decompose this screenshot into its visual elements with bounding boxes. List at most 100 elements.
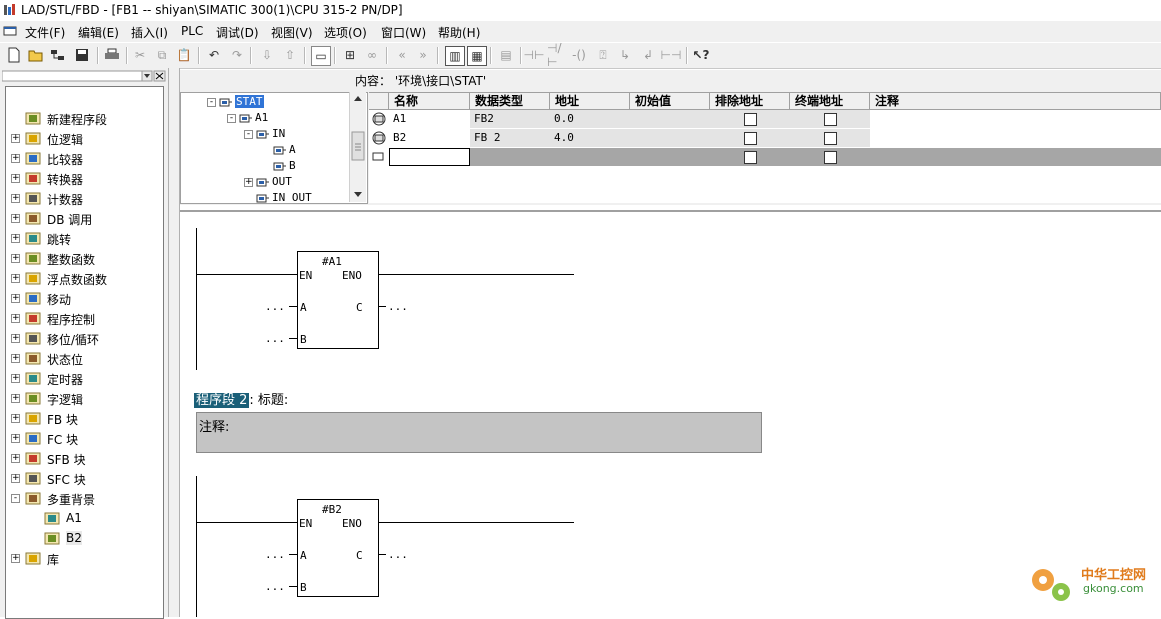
comment-icon[interactable]: ▭ (311, 46, 331, 66)
tree-item[interactable]: + 移动 (6, 289, 163, 308)
expand-icon[interactable]: + (11, 434, 20, 443)
expand-icon[interactable]: + (11, 354, 20, 363)
expand-icon[interactable]: + (11, 414, 20, 423)
document-window-icon[interactable] (3, 25, 17, 37)
open-icon[interactable] (27, 46, 45, 64)
interface-tree-scrollbar[interactable] (349, 92, 366, 202)
expand-icon[interactable]: + (11, 174, 20, 183)
next-icon[interactable]: » (414, 46, 432, 64)
print-icon[interactable] (103, 46, 121, 64)
upload-icon[interactable]: ⇧ (281, 46, 299, 64)
undo-icon[interactable]: ↶ (205, 46, 223, 64)
network-number[interactable]: 程序段 2 (194, 393, 250, 408)
interface-tree-item[interactable]: + OUT (181, 174, 349, 190)
table-cell-initial[interactable] (630, 110, 710, 128)
tree-item[interactable]: + 转换器 (6, 169, 163, 188)
monitor-icon[interactable]: ⊞ (341, 46, 359, 64)
input-b-placeholder[interactable]: ... (265, 332, 285, 345)
output-c-placeholder[interactable]: ... (388, 548, 408, 561)
menu-insert[interactable]: 插入(I) (131, 24, 168, 41)
terminal-checkbox[interactable] (824, 132, 837, 145)
copy-icon[interactable]: ⧉ (153, 46, 171, 64)
terminal-checkbox[interactable] (824, 151, 837, 164)
paste-icon[interactable]: 📋 (175, 46, 193, 64)
expand-icon[interactable]: + (11, 394, 20, 403)
help-icon[interactable]: ↖? (692, 46, 710, 64)
new-icon[interactable] (5, 46, 23, 64)
table-cell-name[interactable]: A1 (389, 110, 470, 128)
expand-icon[interactable]: + (11, 134, 20, 143)
column-header[interactable]: 注释 (870, 93, 1161, 110)
interface-tree-item[interactable]: A (181, 142, 349, 158)
tree-item[interactable]: + 定时器 (6, 369, 163, 388)
exclude-checkbox[interactable] (744, 113, 757, 126)
table-cell-comment[interactable] (870, 110, 1161, 128)
expand-icon[interactable]: + (11, 194, 20, 203)
download-icon[interactable]: ⇩ (258, 46, 276, 64)
exclude-checkbox[interactable] (744, 132, 757, 145)
tree-item[interactable]: + 移位/循环 (6, 329, 163, 348)
tree-item[interactable]: + SFC 块 (6, 469, 163, 488)
branch-close-icon[interactable]: ↲ (639, 46, 657, 64)
tree-item[interactable]: + 程序控制 (6, 309, 163, 328)
expand-icon[interactable]: + (11, 474, 20, 483)
table-row[interactable] (369, 148, 1161, 166)
expand-icon[interactable]: + (11, 214, 20, 223)
table-cell-comment[interactable] (870, 129, 1161, 147)
branch-open-icon[interactable]: ↳ (616, 46, 634, 64)
tree-item[interactable]: B2 (6, 529, 163, 548)
box-icon[interactable]: ⍰ (594, 46, 612, 64)
expand-icon[interactable]: + (11, 274, 20, 283)
expand-icon[interactable]: + (11, 314, 20, 323)
column-header[interactable]: 数据类型 (470, 93, 550, 110)
expand-icon[interactable]: + (244, 178, 253, 187)
interface-tree-item[interactable]: IN_OUT (181, 190, 349, 203)
input-b-placeholder[interactable]: ... (265, 580, 285, 593)
input-a-placeholder[interactable]: ... (265, 548, 285, 561)
interface-tree-item[interactable]: - IN (181, 126, 349, 142)
tree-item[interactable]: + 位逻辑 (6, 129, 163, 148)
interface-tree-item[interactable]: - STAT (181, 94, 349, 110)
cut-icon[interactable]: ✂ (131, 46, 149, 64)
table-cell-address[interactable]: 4.0 (550, 129, 630, 147)
accessible-nodes-icon[interactable] (49, 46, 67, 64)
table-row[interactable]: A1 FB2 0.0 (369, 110, 1161, 128)
tree-item[interactable]: + 计数器 (6, 189, 163, 208)
table-cell-initial[interactable] (630, 148, 710, 166)
network-comment[interactable]: 注释: (196, 412, 762, 453)
prev-icon[interactable]: « (393, 46, 411, 64)
table-cell-initial[interactable] (630, 129, 710, 147)
table-cell-comment[interactable] (870, 148, 1161, 166)
tree-item[interactable]: + FC 块 (6, 429, 163, 448)
tree-item[interactable]: + 整数函数 (6, 249, 163, 268)
tree-item[interactable]: A1 (6, 509, 163, 528)
interface-tree[interactable]: - STAT - A1- IN A B + OUT IN_OUT (180, 92, 368, 204)
menu-options[interactable]: 选项(O) (324, 24, 367, 41)
table-cell-type[interactable]: FB2 (470, 110, 550, 128)
tree-item[interactable]: - 多重背景 (6, 489, 163, 508)
input-a-placeholder[interactable]: ... (265, 300, 285, 313)
interface-tree-item[interactable]: - A1 (181, 110, 349, 126)
tree-item[interactable]: + 跳转 (6, 229, 163, 248)
expand-icon[interactable]: + (11, 334, 20, 343)
collapse-icon[interactable]: - (11, 494, 20, 503)
output-c-placeholder[interactable]: ... (388, 300, 408, 313)
expand-icon[interactable]: + (11, 554, 20, 563)
table-cell-name[interactable] (389, 148, 470, 166)
overview-icon[interactable]: ▥ (445, 46, 465, 66)
column-header[interactable]: 地址 (550, 93, 630, 110)
column-header[interactable]: 终端地址 (790, 93, 870, 110)
details-icon[interactable]: ▦ (467, 46, 487, 66)
expand-icon[interactable]: + (11, 454, 20, 463)
expand-icon[interactable]: + (11, 154, 20, 163)
tree-item[interactable]: + SFB 块 (6, 449, 163, 468)
panel-splitter[interactable] (168, 68, 180, 617)
no-contact-icon[interactable]: ⊣⊢ (524, 46, 545, 64)
menu-debug[interactable]: 调试(D) (216, 24, 259, 41)
network-2-header[interactable]: 程序段 2: 标题: (194, 389, 288, 408)
save-icon[interactable] (73, 46, 91, 64)
menu-help[interactable]: 帮助(H) (438, 24, 480, 41)
table-cell-type[interactable]: FB 2 (470, 129, 550, 147)
table-row[interactable]: B2 FB 2 4.0 (369, 129, 1161, 147)
redo-icon[interactable]: ↷ (228, 46, 246, 64)
